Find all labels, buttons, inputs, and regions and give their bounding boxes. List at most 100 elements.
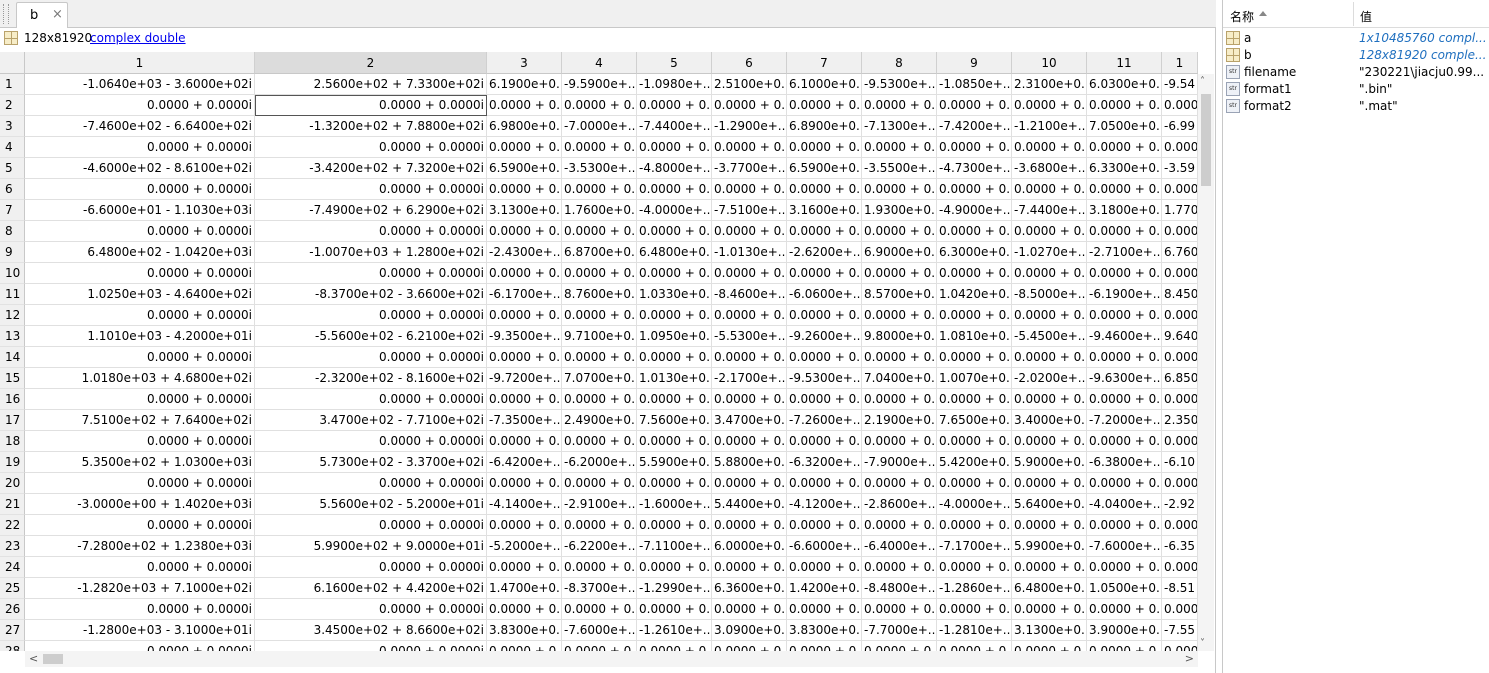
table-cell[interactable]: 0.0000 + 0... [712,641,787,651]
table-cell[interactable]: -7.55 [1162,620,1198,641]
data-grid[interactable]: 1 2 3 4 5 6 7 8 9 10 11 1 1 -1.0640e+03 - 3.6000e+02i… [0,52,1198,651]
table-cell[interactable]: 0.0000 + 0.0000i [25,137,255,158]
row-header[interactable]: 21 [0,494,25,515]
table-cell[interactable]: 0.0000 + 0... [637,95,712,116]
table-cell[interactable]: 6.4800e+0... [637,242,712,263]
table-cell[interactable]: -8.4600e+... [712,284,787,305]
table-cell[interactable]: 0.0000 [1162,515,1198,536]
table-cell[interactable]: 9.8000e+0... [862,326,937,347]
table-cell[interactable]: 1.0500e+0... [1087,578,1162,599]
table-cell[interactable]: 0.0000 + 0... [862,137,937,158]
table-cell[interactable]: 0.0000 + 0.0000i [255,557,487,578]
table-cell[interactable]: 0.0000 + 0... [937,305,1012,326]
table-cell[interactable]: -1.3200e+02 + 7.8800e+02i [255,116,487,137]
table-cell[interactable]: 0.0000 + 0... [937,221,1012,242]
workspace-variable-row[interactable]: str filename "230221\jiacju0.99... [1223,64,1489,81]
table-cell[interactable]: 9.640 [1162,326,1198,347]
table-cell[interactable]: 0.0000 + 0.0000i [255,641,487,651]
table-cell[interactable]: 6.0000e+0... [712,536,787,557]
table-cell[interactable]: 6.1600e+02 + 4.4200e+02i [255,578,487,599]
table-cell[interactable]: 0.0000 + 0.0000i [25,347,255,368]
table-cell[interactable]: 0.0000 + 0... [1087,431,1162,452]
table-cell[interactable]: -1.0640e+03 - 3.6000e+02i [25,74,255,95]
table-cell[interactable]: -7.7000e+... [862,620,937,641]
table-cell[interactable]: 0.0000 + 0... [487,221,562,242]
table-cell[interactable]: -7.4900e+02 + 6.2900e+02i [255,200,487,221]
workspace-variable-row[interactable]: str format1 ".bin" [1223,81,1489,98]
table-cell[interactable]: 8.7600e+0... [562,284,637,305]
table-cell[interactable]: 5.3500e+02 + 1.0300e+03i [25,452,255,473]
table-cell[interactable]: -6.2000e+... [562,452,637,473]
table-cell[interactable]: 0.0000 + 0... [562,641,637,651]
table-cell[interactable]: 0.0000 + 0... [487,137,562,158]
table-cell[interactable]: -7.2600e+... [787,410,862,431]
scroll-left-icon[interactable]: < [29,652,38,665]
table-cell[interactable]: 8.450 [1162,284,1198,305]
table-cell[interactable]: 0.0000 + 0... [712,305,787,326]
table-cell[interactable]: 0.0000 + 0... [487,305,562,326]
row-header[interactable]: 12 [0,305,25,326]
table-cell[interactable]: 0.0000 + 0... [487,557,562,578]
table-cell[interactable]: 0.0000 + 0... [1012,641,1087,651]
column-divider[interactable] [1353,2,1354,26]
table-cell[interactable]: 6.1900e+0... [487,74,562,95]
table-cell[interactable]: 0.0000 + 0... [1012,305,1087,326]
table-cell[interactable]: -7.1100e+... [637,536,712,557]
table-cell[interactable]: -4.7300e+... [937,158,1012,179]
table-cell[interactable]: -7.4400e+... [1012,200,1087,221]
vertical-scrollbar[interactable]: ˄ ˅ [1198,74,1214,651]
table-cell[interactable]: 0.0000 + 0.0000i [255,599,487,620]
table-cell[interactable]: 0.0000 + 0... [637,137,712,158]
table-cell[interactable]: 0.0000 + 0... [1012,515,1087,536]
table-cell[interactable]: -4.0400e+... [1087,494,1162,515]
row-header[interactable]: 4 [0,137,25,158]
table-cell[interactable]: 0.0000 + 0... [712,515,787,536]
table-cell[interactable]: 7.5100e+02 + 7.6400e+02i [25,410,255,431]
table-cell[interactable]: 0.0000 + 0... [487,389,562,410]
table-cell[interactable]: 3.4700e+0... [712,410,787,431]
table-cell[interactable]: 0.0000 + 0... [562,557,637,578]
table-cell[interactable]: 1.0130e+0... [637,368,712,389]
row-header[interactable]: 8 [0,221,25,242]
table-cell[interactable]: 0.0000 + 0... [637,599,712,620]
table-cell[interactable]: 6.8900e+0... [787,116,862,137]
table-cell[interactable]: -9.3500e+... [487,326,562,347]
table-cell[interactable]: -2.0200e+... [1012,368,1087,389]
table-cell[interactable]: -1.2100e+... [1012,116,1087,137]
table-cell[interactable]: 0.0000 + 0... [937,599,1012,620]
table-cell[interactable]: 2.350 [1162,410,1198,431]
row-header[interactable]: 26 [0,599,25,620]
table-cell[interactable]: -6.10 [1162,452,1198,473]
row-header[interactable]: 15 [0,368,25,389]
table-cell[interactable]: -7.1300e+... [862,116,937,137]
row-header[interactable]: 24 [0,557,25,578]
row-header[interactable]: 17 [0,410,25,431]
table-cell[interactable]: -6.0600e+... [787,284,862,305]
table-cell[interactable]: 6.1000e+0... [787,74,862,95]
table-cell[interactable]: 0.0000 + 0... [1087,305,1162,326]
table-cell[interactable]: 5.8800e+0... [712,452,787,473]
scroll-up-icon[interactable]: ˄ [1200,76,1205,87]
table-cell[interactable]: 2.3100e+0... [1012,74,1087,95]
table-cell[interactable]: -5.5300e+... [712,326,787,347]
table-cell[interactable]: 6.4800e+02 - 1.0420e+03i [25,242,255,263]
table-cell[interactable]: 0.0000 + 0... [787,515,862,536]
table-cell[interactable]: 0.0000 + 0... [487,599,562,620]
table-cell[interactable]: 0.0000 + 0... [937,389,1012,410]
table-cell[interactable]: 0.0000 + 0... [637,473,712,494]
table-cell[interactable]: 0.0000 [1162,305,1198,326]
table-cell[interactable]: -7.9000e+... [862,452,937,473]
table-cell[interactable]: -7.1700e+... [937,536,1012,557]
table-cell[interactable]: 2.4900e+0... [562,410,637,431]
table-cell[interactable]: 0.0000 + 0... [637,389,712,410]
column-header[interactable]: 3 [487,52,562,74]
table-cell[interactable]: 1.0070e+0... [937,368,1012,389]
table-cell[interactable]: -4.9000e+... [937,200,1012,221]
table-cell[interactable]: 5.5900e+0... [637,452,712,473]
table-cell[interactable]: 0.0000 + 0... [937,263,1012,284]
table-cell[interactable]: 2.1900e+0... [862,410,937,431]
column-header[interactable]: 6 [712,52,787,74]
table-cell[interactable]: 0.0000 + 0.0000i [25,305,255,326]
table-cell[interactable]: 0.0000 [1162,473,1198,494]
table-cell[interactable]: 0.0000 + 0... [562,515,637,536]
